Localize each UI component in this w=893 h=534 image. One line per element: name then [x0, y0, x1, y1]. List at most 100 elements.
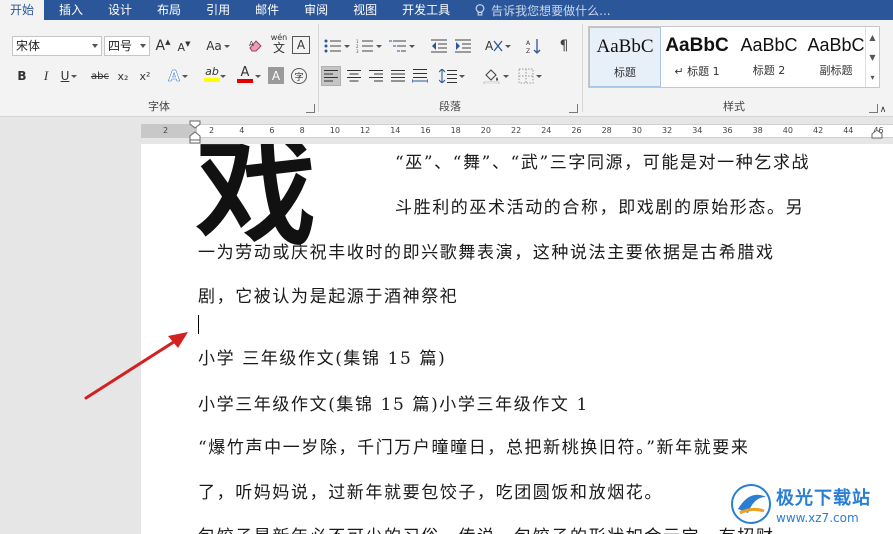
align-right-icon [369, 70, 383, 82]
tab-developer[interactable]: 开发工具 [392, 0, 460, 20]
styles-group-label: 样式 [723, 100, 745, 113]
chevron-down-icon [92, 44, 98, 48]
tab-design[interactable]: 设计 [98, 0, 142, 20]
align-center-button[interactable] [344, 66, 364, 86]
chevron-down-icon [71, 74, 78, 78]
pilcrow-icon: ¶ [559, 38, 569, 54]
align-left-button[interactable] [321, 66, 341, 86]
right-indent-marker[interactable] [871, 127, 883, 139]
line-spacing-icon [439, 69, 457, 83]
ruler-number: 2 [163, 126, 169, 135]
svg-text:A: A [249, 40, 254, 48]
underline-button[interactable]: U [58, 66, 80, 86]
chevron-down-icon [503, 74, 509, 78]
paragraph-line: “爆竹声中一岁除，千门万户曈曈日，总把新桃换旧符。”新年就要来 [198, 438, 750, 458]
sort-button[interactable]: AZ [525, 36, 543, 56]
chevron-down-icon [409, 44, 415, 48]
font-dialog-launcher-icon[interactable] [306, 104, 315, 113]
tab-mailings[interactable]: 邮件 [245, 0, 289, 20]
numbered-list-icon: 123 [356, 39, 373, 53]
distributed-button[interactable] [410, 66, 430, 86]
font-group: 宋体 四号 A ▲ A ▼ Aa A wén 文 A B I U abc x₂ … [0, 20, 318, 117]
clear-formatting-button[interactable]: A [246, 36, 266, 56]
ruler-number: 30 [631, 126, 642, 135]
shading-button[interactable] [481, 66, 511, 86]
horizontal-ruler: 2 2 4 6 8 10 12 14 16 18 20 22 24 26 28 30 32 34 36 38 40 42 4… [0, 118, 893, 144]
ruler-number: 8 [299, 126, 305, 135]
paint-bucket-icon [483, 69, 500, 84]
line-spacing-button[interactable] [437, 66, 467, 86]
font-color-dropdown[interactable] [252, 66, 262, 86]
decrease-indent-button[interactable] [429, 36, 449, 56]
ruler-number: 24 [541, 126, 552, 135]
tab-view[interactable]: 视图 [343, 0, 387, 20]
tab-insert[interactable]: 插入 [49, 0, 93, 20]
tab-references[interactable]: 引用 [196, 0, 240, 20]
svg-text:A: A [485, 39, 494, 53]
multilevel-list-icon [389, 40, 406, 52]
character-border-button[interactable]: A [292, 36, 310, 54]
tab-layout[interactable]: 布局 [147, 0, 191, 20]
paragraph-group: 123 A A Z ¶ 段落 [319, 20, 581, 117]
ruler-number: 10 [329, 126, 340, 135]
show-marks-button[interactable]: ¶ [555, 36, 573, 56]
subscript-button[interactable]: x₂ [114, 66, 132, 86]
ruler-number: 42 [813, 126, 824, 135]
tell-me-search[interactable]: 告诉我您想要做什么... [473, 2, 611, 19]
watermark-url: www.xz7.com [776, 510, 859, 525]
ruler-number: 4 [239, 126, 245, 135]
align-center-icon [347, 70, 361, 82]
bold-button[interactable]: B [14, 66, 30, 86]
group-divider [582, 24, 583, 112]
ruler-number: 2 [209, 126, 215, 135]
eraser-icon: A [249, 40, 262, 52]
watermark: 极光下载站 www.xz7.com [730, 478, 890, 530]
ruler-number: 14 [390, 126, 401, 135]
ribbon-home: 宋体 四号 A ▲ A ▼ Aa A wén 文 A B I U abc x₂ … [0, 20, 893, 117]
ribbon-tab-bar: 开始 插入 设计 布局 引用 邮件 审阅 视图 开发工具 告诉我您想要做什么..… [0, 0, 893, 20]
font-group-label: 字体 [148, 100, 170, 113]
font-size-combo[interactable]: 四号 [104, 36, 150, 56]
phonetic-guide-button[interactable]: wén 文 [268, 34, 290, 55]
chevron-down-icon [181, 74, 188, 78]
grow-font-button[interactable]: A ▲ [155, 36, 171, 56]
font-name-value: 宋体 [16, 39, 41, 53]
lightbulb-icon [475, 4, 485, 16]
ruler-number: 40 [782, 126, 793, 135]
highlight-dropdown[interactable] [217, 66, 227, 86]
superscript-button[interactable]: x² [136, 66, 154, 86]
paragraph-dialog-launcher-icon[interactable] [569, 104, 578, 113]
text-effects-button[interactable]: A [166, 66, 190, 86]
enclose-characters-button[interactable]: 字 [290, 66, 308, 86]
numbering-button[interactable]: 123 [355, 36, 383, 56]
strikethrough-button[interactable]: abc [90, 66, 110, 86]
ruler-number: 28 [601, 126, 612, 135]
tell-me-text: 告诉我您想要做什么... [491, 3, 611, 18]
ruler-number: 18 [450, 126, 461, 135]
borders-button[interactable] [515, 66, 545, 86]
document-page[interactable]: 戏 “巫”、“舞”、“武”三字同源，可能是对一种乞求战 斗胜利的巫术活动的合称，… [141, 144, 893, 534]
multilevel-list-button[interactable] [387, 36, 417, 56]
tab-home[interactable]: 开始 [0, 0, 45, 20]
justify-button[interactable] [388, 66, 408, 86]
indent-markers[interactable] [189, 120, 201, 144]
font-name-combo[interactable]: 宋体 [12, 36, 102, 56]
increase-indent-button[interactable] [453, 36, 473, 56]
character-shading-button[interactable]: A [268, 67, 284, 84]
chinese-layout-button[interactable]: A [483, 36, 513, 56]
justify-icon [391, 70, 405, 82]
bullets-button[interactable] [323, 36, 351, 56]
chevron-down-icon [223, 44, 230, 48]
shrink-font-button[interactable]: A ▼ [176, 37, 192, 57]
bullet-list-icon [324, 39, 341, 53]
borders-icon [518, 68, 534, 84]
ruler-number: 16 [420, 126, 431, 135]
paragraph-line: 了，听妈妈说，过新年就要包饺子，吃团圆饭和放烟花。 [198, 483, 663, 503]
red-arrow-annotation [84, 332, 188, 400]
change-case-button[interactable]: Aa [203, 36, 233, 56]
collapse-ribbon-icon[interactable]: ∧ [876, 100, 890, 120]
italic-button[interactable]: I [38, 66, 54, 86]
caret-down-icon: ▼ [185, 39, 191, 48]
tab-review[interactable]: 审阅 [294, 0, 338, 20]
align-right-button[interactable] [366, 66, 386, 86]
